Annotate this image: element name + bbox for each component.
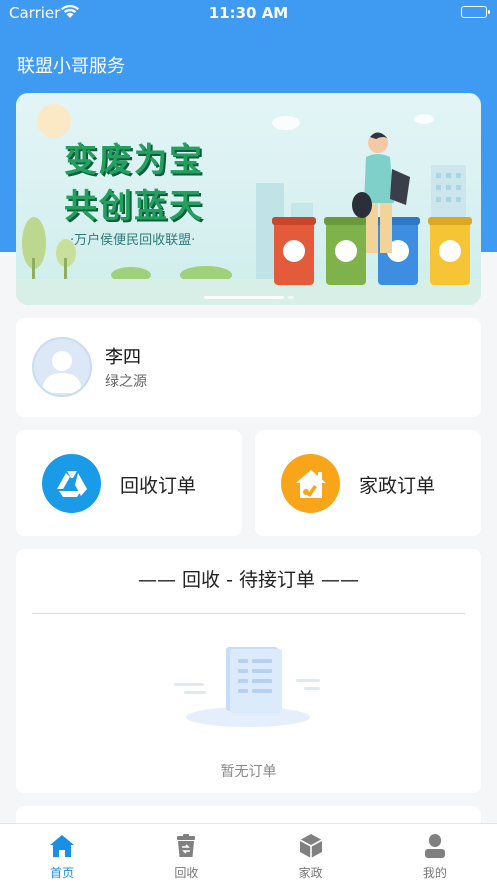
divider bbox=[32, 613, 465, 614]
person-icon bbox=[424, 834, 445, 858]
cube-icon bbox=[299, 834, 323, 858]
status-bar: Carrier 11:30 AM bbox=[0, 0, 497, 26]
pending-orders-panel: —— 回收 - 待接订单 —— 暂无订单 bbox=[16, 549, 481, 793]
tab-home-label: 首页 bbox=[50, 866, 75, 880]
house-broom-icon bbox=[281, 454, 340, 513]
home-icon bbox=[50, 835, 75, 857]
empty-document-icon bbox=[166, 645, 331, 735]
carousel-indicator[interactable] bbox=[16, 296, 481, 299]
tab-mine-label: 我的 bbox=[422, 866, 447, 880]
housekeeping-order-label: 家政订单 bbox=[359, 475, 436, 497]
profile-name: 李四 bbox=[105, 347, 141, 368]
recycle-order-button[interactable]: 回收订单 bbox=[16, 430, 242, 536]
promo-banner[interactable]: 变废为宝 共创蓝天 ·万户侯便民回收联盟· bbox=[16, 93, 481, 305]
banner-subline: ·万户侯便民回收联盟· bbox=[70, 233, 196, 248]
battery-icon bbox=[461, 6, 490, 18]
clock: 11:30 AM bbox=[208, 4, 289, 22]
carousel-dot[interactable] bbox=[287, 296, 294, 299]
profile-card[interactable]: 李四 绿之源 bbox=[16, 318, 481, 417]
tab-housekeeping-label: 家政 bbox=[298, 866, 323, 880]
profile-subtitle: 绿之源 bbox=[105, 374, 147, 390]
tab-recycle-label: 回收 bbox=[174, 866, 199, 880]
housekeeping-order-button[interactable]: 家政订单 bbox=[255, 430, 481, 536]
recycle-order-label: 回收订单 bbox=[120, 475, 197, 497]
banner-headline-2: 共创蓝天 bbox=[64, 186, 204, 225]
tab-recycle[interactable]: 回收 bbox=[124, 824, 248, 883]
empty-state-text: 暂无订单 bbox=[220, 764, 277, 780]
recycle-triangle-icon bbox=[42, 454, 101, 513]
banner-headline-1: 变废为宝 bbox=[64, 140, 204, 179]
user-avatar-placeholder-icon[interactable] bbox=[32, 337, 92, 397]
tab-home[interactable]: 首页 bbox=[0, 824, 124, 883]
pending-orders-title: —— 回收 - 待接订单 —— bbox=[137, 569, 359, 591]
tab-housekeeping[interactable]: 家政 bbox=[249, 824, 373, 883]
page-title: 联盟小哥服务 bbox=[17, 56, 125, 77]
recycle-bin-icon bbox=[177, 834, 196, 857]
carousel-dot-active[interactable] bbox=[203, 296, 284, 299]
bottom-tab-bar: 首页 回收 家政 我的 bbox=[0, 823, 497, 883]
tab-mine[interactable]: 我的 bbox=[373, 824, 497, 883]
